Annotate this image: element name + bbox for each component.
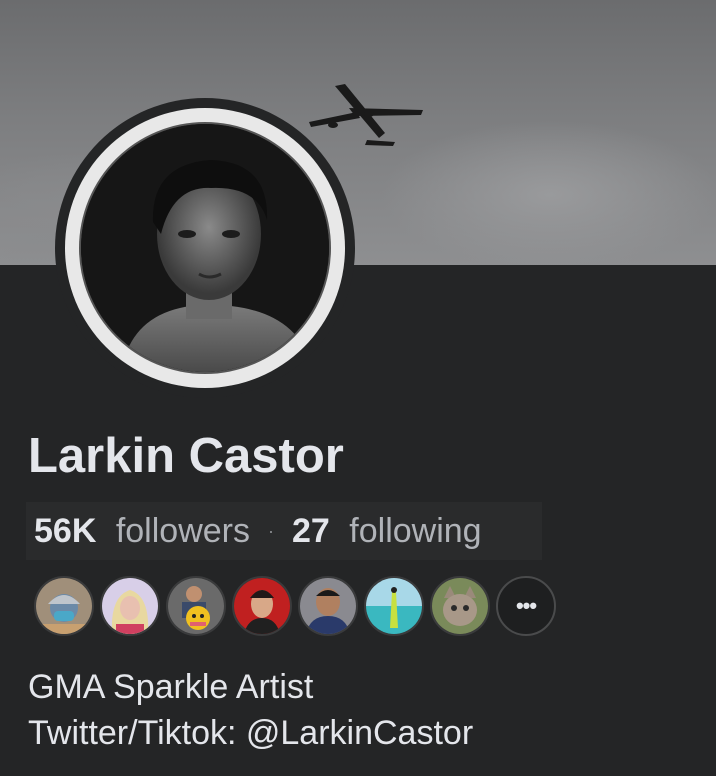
profile-name: Larkin Castor	[28, 429, 344, 483]
avatar-photo[interactable]	[81, 124, 329, 372]
following-link[interactable]: 27 following	[292, 512, 482, 551]
avatar-border	[65, 108, 345, 388]
bio-line: Twitter/Tiktok: @LarkinCastor	[28, 714, 474, 752]
mutual-friends-row: •••	[34, 576, 556, 636]
friend-avatar-6[interactable]	[364, 576, 424, 636]
friend-avatar-2[interactable]	[100, 576, 160, 636]
stats-separator: ·	[268, 520, 274, 541]
cover-cloud	[380, 120, 716, 265]
follow-stats: 56K followers · 27 following	[26, 502, 542, 560]
bio-line: GMA Sparkle Artist	[28, 668, 314, 706]
profile-bio: GMA Sparkle Artist Twitter/Tiktok: @Lark…	[28, 664, 473, 756]
more-friends-button[interactable]: •••	[496, 576, 556, 636]
following-label: following	[349, 511, 482, 550]
friend-avatar-1[interactable]	[34, 576, 94, 636]
friend-avatar-4[interactable]	[232, 576, 292, 636]
following-count: 27	[292, 511, 330, 550]
profile-avatar[interactable]	[55, 98, 355, 398]
followers-count: 56K	[34, 511, 97, 550]
followers-link[interactable]: 56K followers	[34, 512, 250, 551]
friend-avatar-7[interactable]	[430, 576, 490, 636]
friend-avatar-3[interactable]	[166, 576, 226, 636]
friend-avatar-5[interactable]	[298, 576, 358, 636]
airplane-icon	[309, 84, 423, 146]
person-portrait-icon	[81, 124, 329, 372]
followers-label: followers	[115, 511, 250, 550]
